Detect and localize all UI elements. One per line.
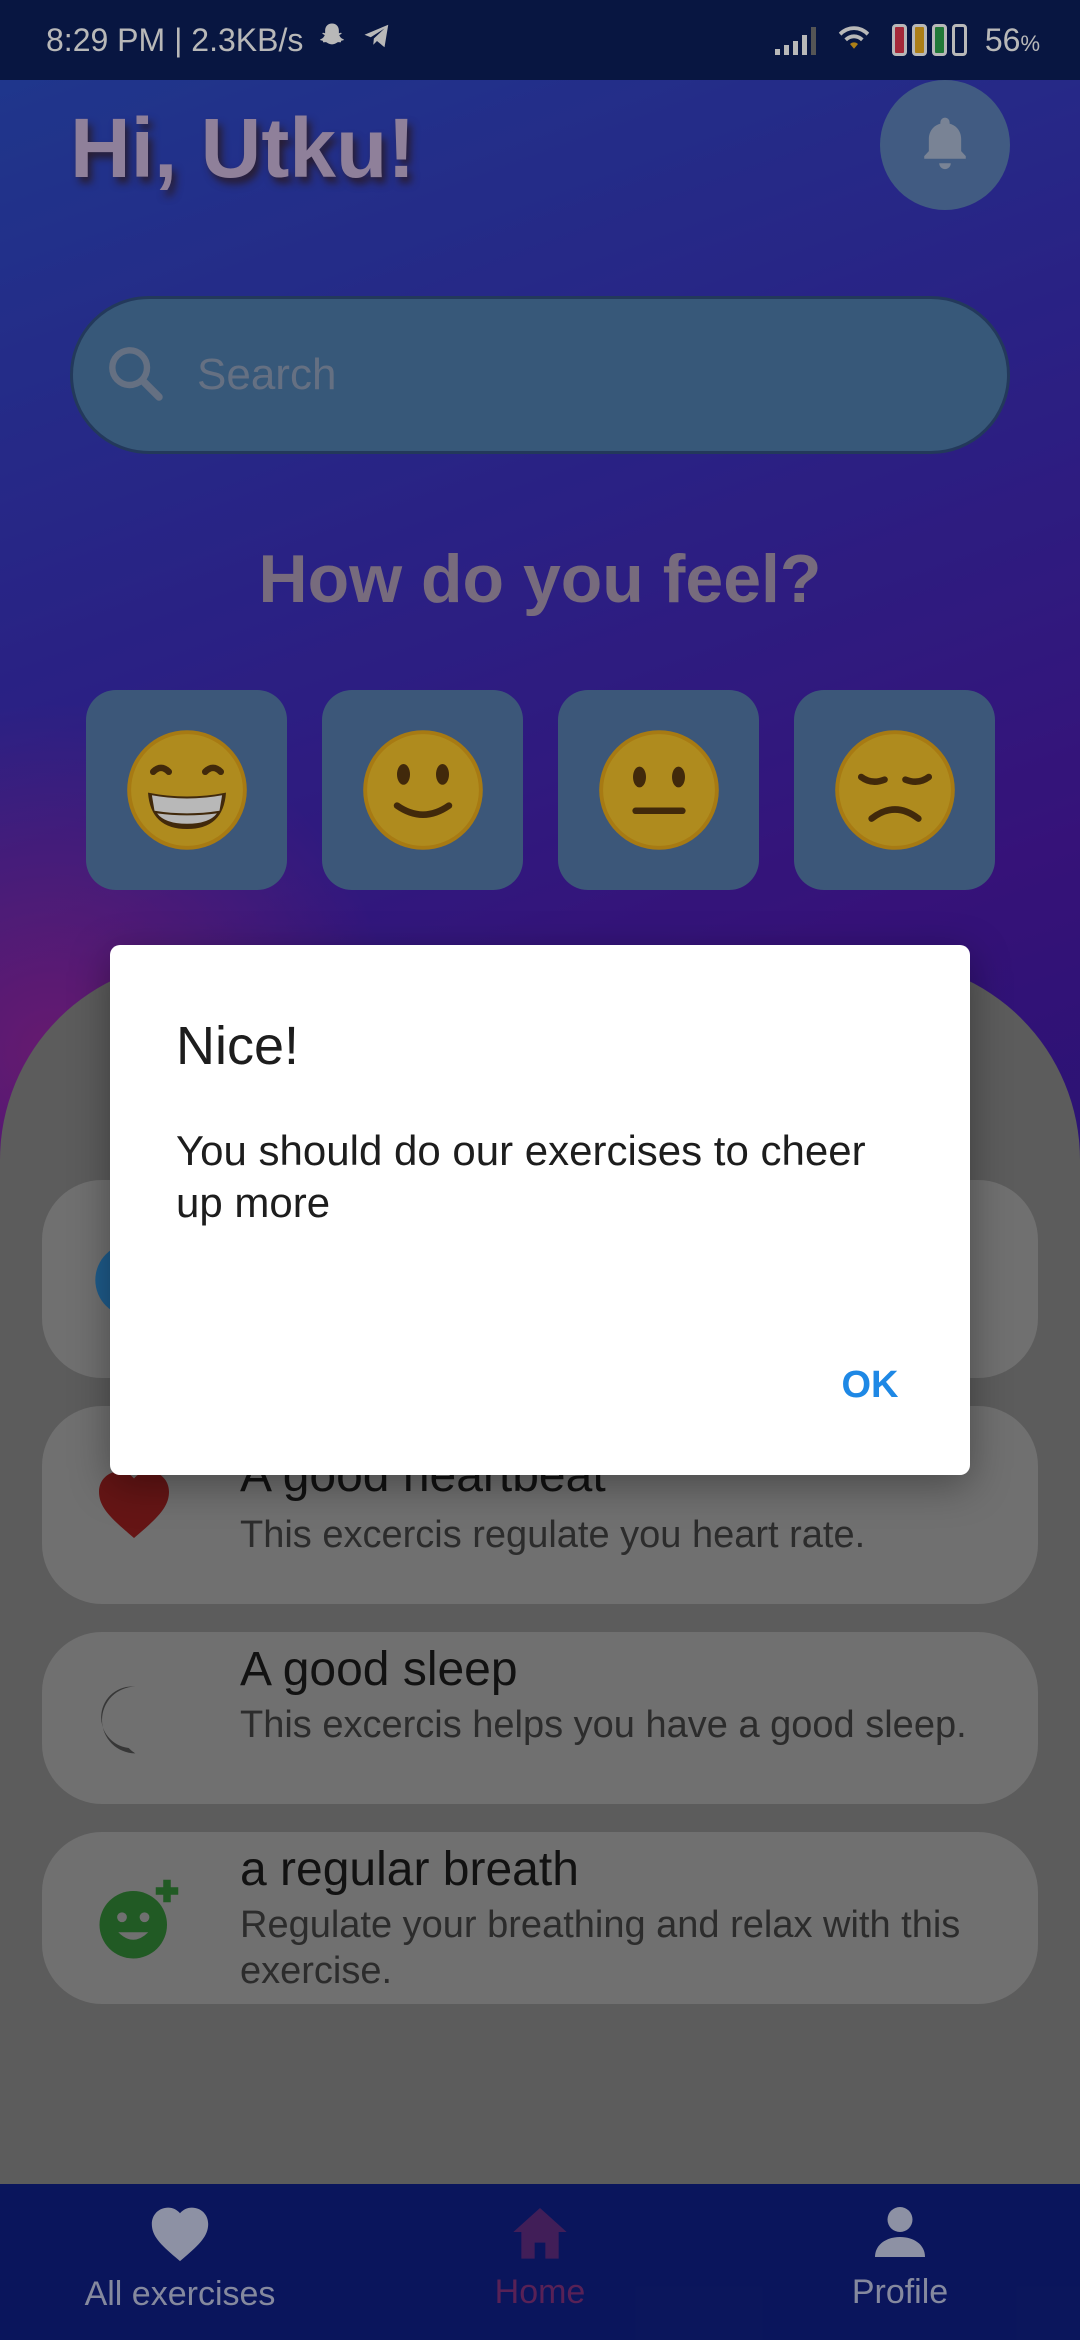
alert-dialog: Nice! You should do our exercises to che… <box>110 945 970 1475</box>
screen: 8:29 PM | 2.3KB/s 56% Hi, Utku! Search H… <box>0 0 1080 2340</box>
dialog-message: You should do our exercises to cheer up … <box>176 1127 866 1226</box>
ok-button[interactable]: OK <box>800 1345 940 1425</box>
dialog-title: Nice! <box>176 1016 300 1076</box>
